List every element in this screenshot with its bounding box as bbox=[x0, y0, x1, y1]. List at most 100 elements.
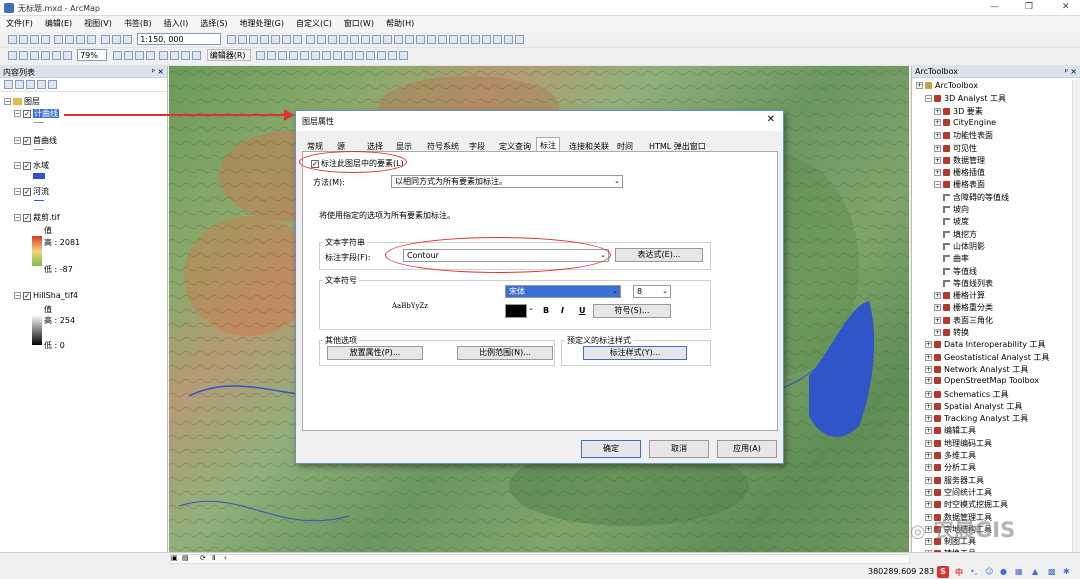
pin-icon[interactable]: ᵖ bbox=[152, 67, 155, 76]
scroll-left-icon[interactable]: ‹ bbox=[224, 554, 227, 562]
toc-layer-shuiyu[interactable]: − ✓ 水域 bbox=[14, 160, 49, 171]
toolbox-item[interactable]: + 栅格插值 bbox=[934, 167, 985, 178]
toolbox-item[interactable]: − 栅格表面 bbox=[934, 179, 985, 190]
menu-item[interactable]: 编辑(E) bbox=[39, 16, 78, 31]
editor-toolbar-icon[interactable] bbox=[226, 35, 236, 44]
new-icon[interactable] bbox=[7, 35, 17, 44]
cut-polygons-icon[interactable] bbox=[344, 51, 354, 60]
menu-item[interactable]: 窗口(W) bbox=[338, 16, 380, 31]
undo-icon[interactable] bbox=[100, 35, 110, 44]
collapse-icon[interactable]: − bbox=[4, 98, 11, 105]
minimize-icon[interactable]: — bbox=[990, 2, 999, 12]
toc-window-icon[interactable] bbox=[237, 35, 247, 44]
open-icon[interactable] bbox=[18, 35, 28, 44]
expand-icon[interactable]: + bbox=[934, 118, 941, 126]
create-features-icon[interactable] bbox=[399, 51, 409, 60]
menu-item[interactable]: 视图(V) bbox=[78, 16, 118, 31]
fixed-zoom-out-icon[interactable] bbox=[361, 35, 371, 44]
georef-icon[interactable] bbox=[159, 51, 169, 60]
map-scale-select[interactable]: 1:150, 000 bbox=[137, 33, 222, 45]
toolbox-item[interactable]: + 空间统计工具 bbox=[925, 487, 992, 498]
expand-icon[interactable]: + bbox=[934, 107, 941, 115]
find-route-icon[interactable] bbox=[482, 35, 492, 44]
html-popup-icon[interactable] bbox=[449, 35, 459, 44]
list-by-selection-icon[interactable] bbox=[37, 80, 46, 89]
expand-icon[interactable]: + bbox=[925, 476, 932, 484]
toolbox-item[interactable]: 等值线 bbox=[943, 266, 977, 277]
layout-zoom-out-icon[interactable] bbox=[18, 51, 28, 60]
toolbox-item[interactable]: + 多维工具 bbox=[925, 450, 976, 461]
list-by-drawing-order-icon[interactable] bbox=[4, 80, 13, 89]
menu-item[interactable]: 插入(I) bbox=[158, 16, 195, 31]
layer-checkbox[interactable]: ✓ bbox=[23, 291, 31, 300]
list-by-visibility-icon[interactable] bbox=[26, 80, 35, 89]
refresh-icon[interactable]: ⟳ bbox=[200, 554, 206, 562]
toolbox-item[interactable]: + 时空模式挖掘工具 bbox=[925, 499, 1008, 510]
toolbox-item[interactable]: 曲率 bbox=[943, 253, 969, 264]
straight-segment-icon[interactable] bbox=[278, 51, 288, 60]
fixed-zoom-in-icon[interactable] bbox=[350, 35, 360, 44]
collapse-icon[interactable]: − bbox=[14, 162, 21, 169]
expand-icon[interactable]: + bbox=[925, 402, 932, 410]
expand-icon[interactable]: + bbox=[934, 304, 941, 312]
layer-checkbox[interactable]: ✓ bbox=[23, 109, 31, 118]
emoji-icon[interactable]: ☺ bbox=[985, 567, 993, 576]
toolbox-item[interactable]: + 栅格重分类 bbox=[934, 302, 993, 313]
layout-view-icon[interactable]: ▤ bbox=[182, 554, 189, 562]
color-dropdown-icon[interactable]: ⌄ bbox=[528, 304, 534, 312]
expand-icon[interactable]: + bbox=[934, 292, 941, 300]
punctuation-icon[interactable]: •, bbox=[970, 567, 977, 576]
collapse-icon[interactable]: − bbox=[14, 137, 21, 144]
toolbox-item[interactable]: + 服务器工具 bbox=[925, 475, 984, 486]
delete-icon[interactable] bbox=[87, 35, 97, 44]
toolbox-item[interactable]: 填挖方 bbox=[943, 229, 977, 240]
cut-icon[interactable] bbox=[54, 35, 64, 44]
toggle-draft-icon[interactable] bbox=[112, 51, 122, 60]
save-icon[interactable] bbox=[29, 35, 39, 44]
full-extent-icon[interactable] bbox=[339, 35, 349, 44]
layer-name[interactable]: HillSha_tif4 bbox=[33, 291, 78, 300]
close-icon[interactable]: ✕ bbox=[1062, 2, 1070, 12]
expand-icon[interactable]: + bbox=[934, 316, 941, 324]
layer-name[interactable]: 河流 bbox=[33, 187, 49, 196]
expand-icon[interactable]: + bbox=[934, 156, 941, 164]
sketch-properties-icon[interactable] bbox=[388, 51, 398, 60]
skin-icon[interactable]: ▲ bbox=[1032, 567, 1038, 576]
layout-pan-icon[interactable] bbox=[29, 51, 39, 60]
placement-properties-button[interactable]: 放置属性(P)... bbox=[327, 346, 423, 360]
toolbox-item[interactable]: + Data Interoperability 工具 bbox=[925, 339, 1046, 350]
toolbox-item[interactable]: + 表面三角化 bbox=[934, 315, 993, 326]
back-extent-icon[interactable] bbox=[372, 35, 382, 44]
expand-icon[interactable]: + bbox=[916, 82, 923, 89]
apply-button[interactable]: 应用(A) bbox=[717, 440, 777, 458]
arctoolbox-scrollbar[interactable] bbox=[1072, 80, 1080, 552]
pause-drawing-icon[interactable]: Ⅱ bbox=[212, 554, 215, 562]
ime-mode-icon[interactable]: 中 bbox=[955, 567, 963, 578]
settings-icon[interactable]: ✱ bbox=[1063, 567, 1070, 576]
pin-icon[interactable]: ᵖ bbox=[1065, 67, 1068, 76]
edit-vertices-icon[interactable] bbox=[322, 51, 332, 60]
toolbox-item[interactable]: + 功能性表面 bbox=[934, 130, 993, 141]
arctoolbox-window-icon[interactable] bbox=[270, 35, 280, 44]
toolbox-item[interactable]: + OpenStreetMap Toolbox bbox=[925, 376, 1039, 385]
focus-data-frame-icon[interactable] bbox=[123, 51, 133, 60]
zoom-in-icon[interactable] bbox=[306, 35, 316, 44]
expand-icon[interactable]: + bbox=[925, 439, 932, 447]
reshape-icon[interactable] bbox=[333, 51, 343, 60]
rectangle-icon[interactable] bbox=[192, 51, 202, 60]
identify-icon[interactable] bbox=[427, 35, 437, 44]
method-select[interactable]: 以相同方式为所有要素加标注。 ⌄ bbox=[391, 175, 623, 188]
print-icon[interactable] bbox=[40, 35, 50, 44]
expand-icon[interactable]: + bbox=[925, 377, 932, 385]
redo-icon[interactable] bbox=[111, 35, 121, 44]
toc-root-layers[interactable]: − 图层 bbox=[4, 96, 40, 107]
time-slider-icon[interactable] bbox=[504, 35, 514, 44]
data-view-icon[interactable]: ▣ bbox=[171, 554, 178, 562]
layer-checkbox[interactable]: ✓ bbox=[23, 136, 31, 145]
toc-layer-hillshade[interactable]: − ✓ HillSha_tif4 bbox=[14, 291, 78, 300]
collapse-icon[interactable]: − bbox=[14, 188, 21, 195]
expression-button[interactable]: 表达式(E)... bbox=[615, 248, 703, 262]
toolbox-item[interactable]: + 可见性 bbox=[934, 143, 977, 154]
create-viewer-icon[interactable] bbox=[515, 35, 525, 44]
toc-layer-shouquxian[interactable]: − ✓ 首曲线 bbox=[14, 135, 57, 146]
